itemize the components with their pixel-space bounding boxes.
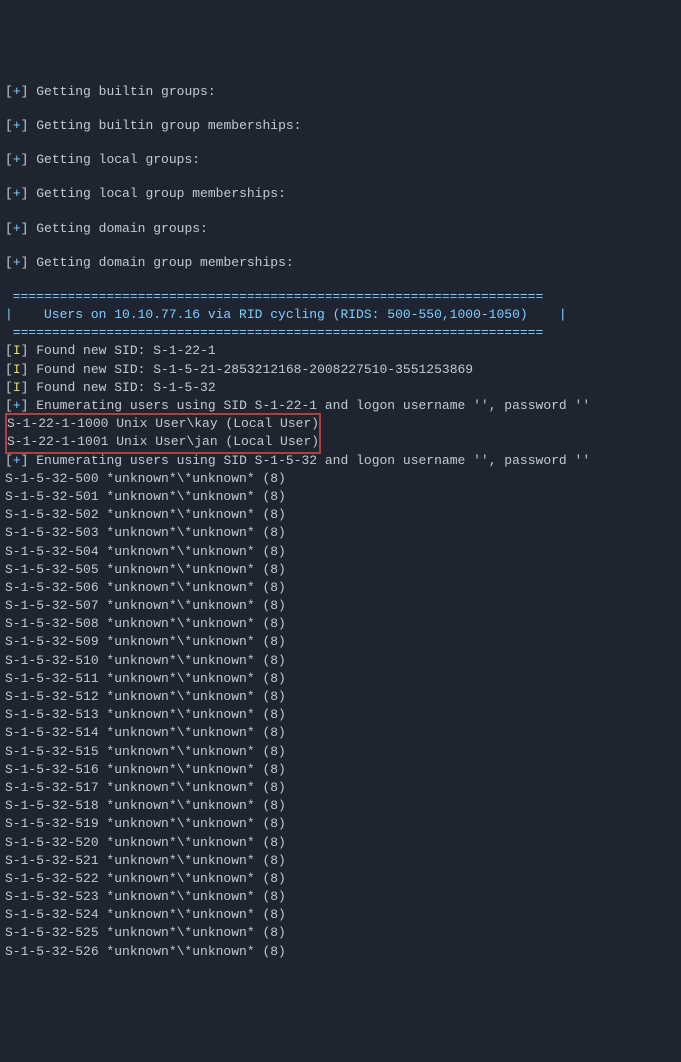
status-text: Getting builtin group memberships: — [36, 118, 301, 133]
sid-text: Found new SID: S-1-5-32 — [36, 380, 215, 395]
unknown-sid-line: S-1-5-32-511 *unknown*\*unknown* (8) — [5, 670, 676, 688]
sid-text: Found new SID: S-1-22-1 — [36, 343, 215, 358]
enum-text: Enumerating users using SID S-1-22-1 and… — [36, 398, 590, 413]
terminal-output: [+] Getting builtin groups: [+] Getting b… — [5, 83, 676, 961]
unknown-sid-line: S-1-5-32-503 *unknown*\*unknown* (8) — [5, 524, 676, 542]
unknown-sid-line: S-1-5-32-526 *unknown*\*unknown* (8) — [5, 943, 676, 961]
unknown-sid-line: S-1-5-32-522 *unknown*\*unknown* (8) — [5, 870, 676, 888]
unknown-sid-line: S-1-5-32-519 *unknown*\*unknown* (8) — [5, 815, 676, 833]
info-line: [I] Found new SID: S-1-5-32 — [5, 379, 676, 397]
status-text: Getting local groups: — [36, 152, 200, 167]
unknown-sid-line: S-1-5-32-506 *unknown*\*unknown* (8) — [5, 579, 676, 597]
status-text: Getting local group memberships: — [36, 186, 286, 201]
section-header: | Users on 10.10.77.16 via RID cycling (… — [5, 306, 676, 324]
status-text: Getting builtin groups: — [36, 84, 215, 99]
unknown-sid-line: S-1-5-32-523 *unknown*\*unknown* (8) — [5, 888, 676, 906]
found-user: S-1-22-1-1001 Unix User\jan (Local User) — [7, 433, 319, 451]
unknown-sid-line: S-1-5-32-502 *unknown*\*unknown* (8) — [5, 506, 676, 524]
status-line: [+] Getting builtin groups: — [5, 83, 676, 101]
enum-line: [+] Enumerating users using SID S-1-5-32… — [5, 452, 676, 470]
unknown-sid-line: S-1-5-32-521 *unknown*\*unknown* (8) — [5, 852, 676, 870]
unknown-sid-line: S-1-5-32-513 *unknown*\*unknown* (8) — [5, 706, 676, 724]
status-line: [+] Getting builtin group memberships: — [5, 117, 676, 135]
unknown-sid-line: S-1-5-32-505 *unknown*\*unknown* (8) — [5, 561, 676, 579]
unknown-sid-line: S-1-5-32-515 *unknown*\*unknown* (8) — [5, 743, 676, 761]
unknown-sid-line: S-1-5-32-518 *unknown*\*unknown* (8) — [5, 797, 676, 815]
status-line: [+] Getting local groups: — [5, 151, 676, 169]
status-line: [+] Getting domain group memberships: — [5, 254, 676, 272]
status-line: [+] Getting domain groups: — [5, 220, 676, 238]
unknown-sid-line: S-1-5-32-501 *unknown*\*unknown* (8) — [5, 488, 676, 506]
unknown-sid-line: S-1-5-32-500 *unknown*\*unknown* (8) — [5, 470, 676, 488]
unknown-sid-line: S-1-5-32-525 *unknown*\*unknown* (8) — [5, 924, 676, 942]
unknown-sid-line: S-1-5-32-514 *unknown*\*unknown* (8) — [5, 724, 676, 742]
unknown-sid-line: S-1-5-32-507 *unknown*\*unknown* (8) — [5, 597, 676, 615]
found-user: S-1-22-1-1000 Unix User\kay (Local User) — [7, 415, 319, 433]
section-divider-top: ========================================… — [5, 288, 676, 306]
unknown-sid-line: S-1-5-32-516 *unknown*\*unknown* (8) — [5, 761, 676, 779]
unknown-sid-line: S-1-5-32-524 *unknown*\*unknown* (8) — [5, 906, 676, 924]
unknown-sid-line: S-1-5-32-520 *unknown*\*unknown* (8) — [5, 834, 676, 852]
unknown-sid-line: S-1-5-32-517 *unknown*\*unknown* (8) — [5, 779, 676, 797]
unknown-sid-line: S-1-5-32-508 *unknown*\*unknown* (8) — [5, 615, 676, 633]
highlighted-users-box: S-1-22-1-1000 Unix User\kay (Local User)… — [5, 413, 321, 453]
unknown-sid-line: S-1-5-32-504 *unknown*\*unknown* (8) — [5, 543, 676, 561]
info-line: [I] Found new SID: S-1-5-21-2853212168-2… — [5, 361, 676, 379]
unknown-sid-line: S-1-5-32-509 *unknown*\*unknown* (8) — [5, 633, 676, 651]
status-text: Getting domain group memberships: — [36, 255, 293, 270]
unknown-sid-line: S-1-5-32-512 *unknown*\*unknown* (8) — [5, 688, 676, 706]
enum-text: Enumerating users using SID S-1-5-32 and… — [36, 453, 590, 468]
sid-text: Found new SID: S-1-5-21-2853212168-20082… — [36, 362, 473, 377]
status-line: [+] Getting local group memberships: — [5, 185, 676, 203]
status-text: Getting domain groups: — [36, 221, 208, 236]
info-line: [I] Found new SID: S-1-22-1 — [5, 342, 676, 360]
unknown-sid-line: S-1-5-32-510 *unknown*\*unknown* (8) — [5, 652, 676, 670]
section-divider-bottom: ========================================… — [5, 324, 676, 342]
